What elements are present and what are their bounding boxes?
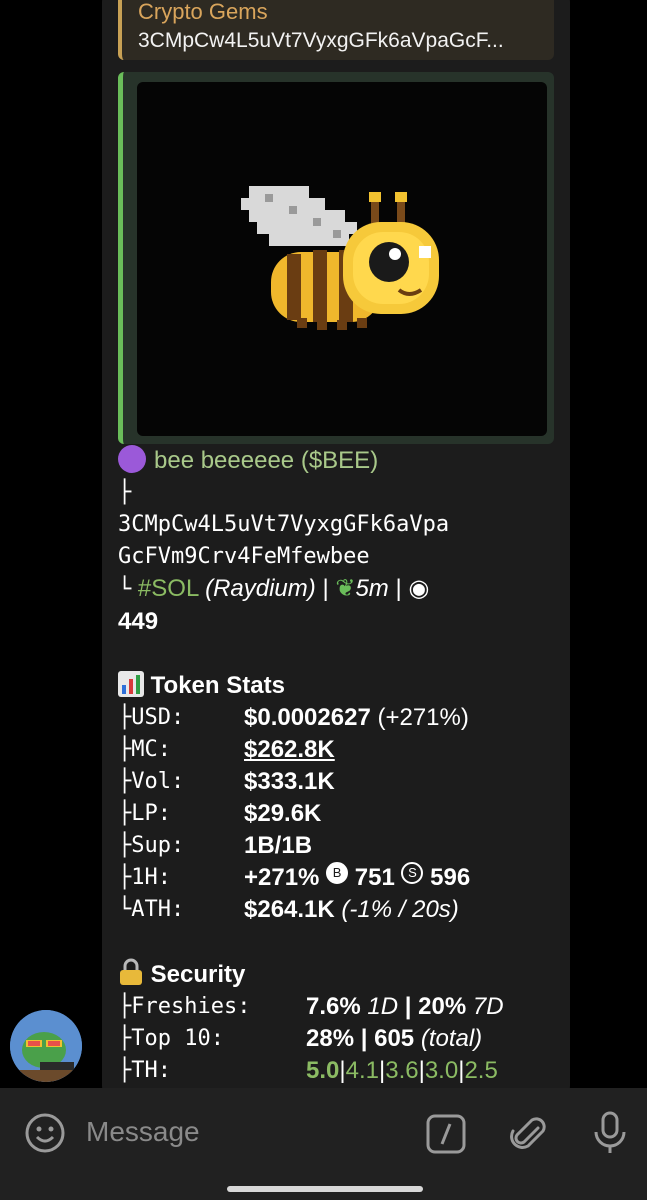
security-period: 7D — [472, 993, 504, 1020]
top-holder-link[interactable]: 5.0 — [306, 1055, 339, 1087]
seedling-icon: ❦ — [335, 575, 356, 602]
stat-key: ├MC: — [118, 737, 171, 762]
top-holder-link[interactable]: 3.0 — [425, 1055, 458, 1087]
stat-row-1h: ├1H: +271% B 751 S 596 — [118, 862, 558, 894]
buys-icon: B — [326, 862, 349, 884]
dex-name: (Raydium) — [205, 575, 316, 602]
token-age: 5m — [355, 575, 389, 602]
security-value: 605 — [374, 1025, 415, 1052]
composer-bar: Message — [0, 1088, 647, 1200]
token-name[interactable]: bee beeeeee — [154, 447, 294, 474]
slash-command-icon[interactable] — [426, 1114, 466, 1159]
stat-extra: (+271%) — [377, 704, 469, 731]
security-period: 1D — [367, 993, 399, 1020]
chain-line: └ #SOL (Raydium) | ❦5m | ◉ — [118, 573, 558, 606]
bee-pixel-art — [241, 186, 439, 330]
stat-key: ├Sup: — [118, 833, 185, 858]
stat-value: $333.1K — [244, 768, 335, 795]
security-row-th: ├TH: 5.0 | 4.1 | 3.6 | 3.0 | 2.5 — [118, 1055, 558, 1087]
reply-quote[interactable]: Crypto Gems 3CMpCw4L5uVt7VyxgGFk6aVpaGcF… — [118, 0, 554, 60]
top-holder-link[interactable]: 3.6 — [385, 1055, 418, 1087]
stat-row-vol: ├Vol: $333.1K — [118, 766, 558, 798]
message-placeholder[interactable]: Message — [86, 1116, 200, 1148]
pepe-avatar-icon — [10, 1010, 82, 1082]
microphone-icon[interactable] — [592, 1110, 628, 1161]
stat-row-ath: └ATH: $264.1K (-1% / 20s) — [118, 894, 558, 926]
stat-key: ├LP: — [118, 801, 171, 826]
stat-value: $264.1K — [244, 896, 335, 923]
emoji-icon[interactable] — [24, 1112, 66, 1159]
security-key: ├TH: — [118, 1058, 171, 1083]
token-address-line-1[interactable]: 3CMpCw4L5uVt7VyxgGFk6aVpa — [118, 509, 558, 541]
security-key: ├Freshies: — [118, 994, 251, 1019]
token-stats-heading: Token Stats — [118, 670, 558, 702]
sells-count: 596 — [430, 864, 471, 891]
token-address-line-2[interactable]: GcFVm9Crv4FeMfewbee — [118, 541, 558, 573]
stat-key: └ATH: — [118, 897, 185, 922]
sender-avatar[interactable] — [10, 1010, 82, 1082]
token-title-line: bee beeeeee ($BEE) — [118, 445, 558, 477]
stat-value: $0.0002627 — [244, 704, 371, 731]
home-indicator[interactable] — [227, 1186, 423, 1192]
buys-count: 751 — [354, 864, 395, 891]
stat-row-sup: ├Sup: 1B/1B — [118, 830, 558, 862]
token-stats-label: Token Stats — [150, 672, 285, 699]
sells-icon: S — [401, 862, 424, 884]
stat-value: $29.6K — [244, 800, 322, 827]
separator: | — [360, 1025, 368, 1052]
message-input-row[interactable]: Message — [0, 1088, 647, 1176]
reply-title: Crypto Gems — [138, 0, 268, 24]
security-note: (total) — [420, 1025, 483, 1052]
bar-chart-icon — [118, 671, 151, 699]
security-value: 28% — [306, 1025, 355, 1052]
stat-row-mc: ├MC: $262.8K — [118, 734, 558, 766]
top-holder-link[interactable]: 4.1 — [346, 1055, 379, 1087]
stat-key: ├Vol: — [118, 769, 185, 794]
reply-text: 3CMpCw4L5uVt7VyxgGFk6aVpaGcF... — [138, 29, 504, 52]
security-key: ├Top 10: — [118, 1026, 224, 1051]
market-cap-link[interactable]: $262.8K — [244, 734, 335, 766]
message-bubble: Crypto Gems 3CMpCw4L5uVt7VyxgGFk6aVpaGcF… — [102, 0, 570, 1100]
separator: | — [404, 993, 412, 1020]
stat-key: ├USD: — [118, 705, 185, 730]
security-row-top10: ├Top 10: 28% | 605 (total) — [118, 1023, 558, 1055]
top-holder-link[interactable]: 2.5 — [464, 1055, 497, 1087]
stat-extra: (-1% / 20s) — [341, 896, 459, 923]
tree-end: └ — [118, 577, 132, 602]
stat-row-lp: ├LP: $29.6K — [118, 798, 558, 830]
stat-key: ├1H: — [118, 865, 171, 890]
security-row-freshies: ├Freshies: 7.6% 1D | 20% 7D — [118, 991, 558, 1023]
views-count: 449 — [118, 608, 159, 635]
eye-icon: ◉ — [408, 575, 430, 602]
purple-circle-icon — [118, 445, 146, 473]
security-value: 7.6% — [306, 993, 361, 1020]
security-heading: Security — [118, 958, 558, 991]
security-label: Security — [150, 961, 246, 988]
lock-icon — [118, 958, 151, 988]
token-ticker[interactable]: ($BEE) — [301, 447, 378, 474]
link-preview[interactable] — [118, 72, 554, 444]
token-info: bee beeeeee ($BEE) ├ 3CMpCw4L5uVt7VyxgGF… — [118, 445, 558, 1087]
paperclip-icon[interactable] — [508, 1114, 550, 1161]
bee-image[interactable] — [137, 82, 547, 436]
separator: | — [322, 575, 329, 602]
security-value: 20% — [418, 993, 467, 1020]
stat-value: +271% — [244, 864, 320, 891]
tree-branch: ├ — [118, 480, 132, 505]
stat-value: 1B/1B — [244, 832, 313, 859]
stat-row-usd: ├USD: $0.0002627 (+271%) — [118, 702, 558, 734]
separator: | — [395, 575, 402, 602]
chain-hashtag[interactable]: #SOL — [138, 575, 198, 602]
